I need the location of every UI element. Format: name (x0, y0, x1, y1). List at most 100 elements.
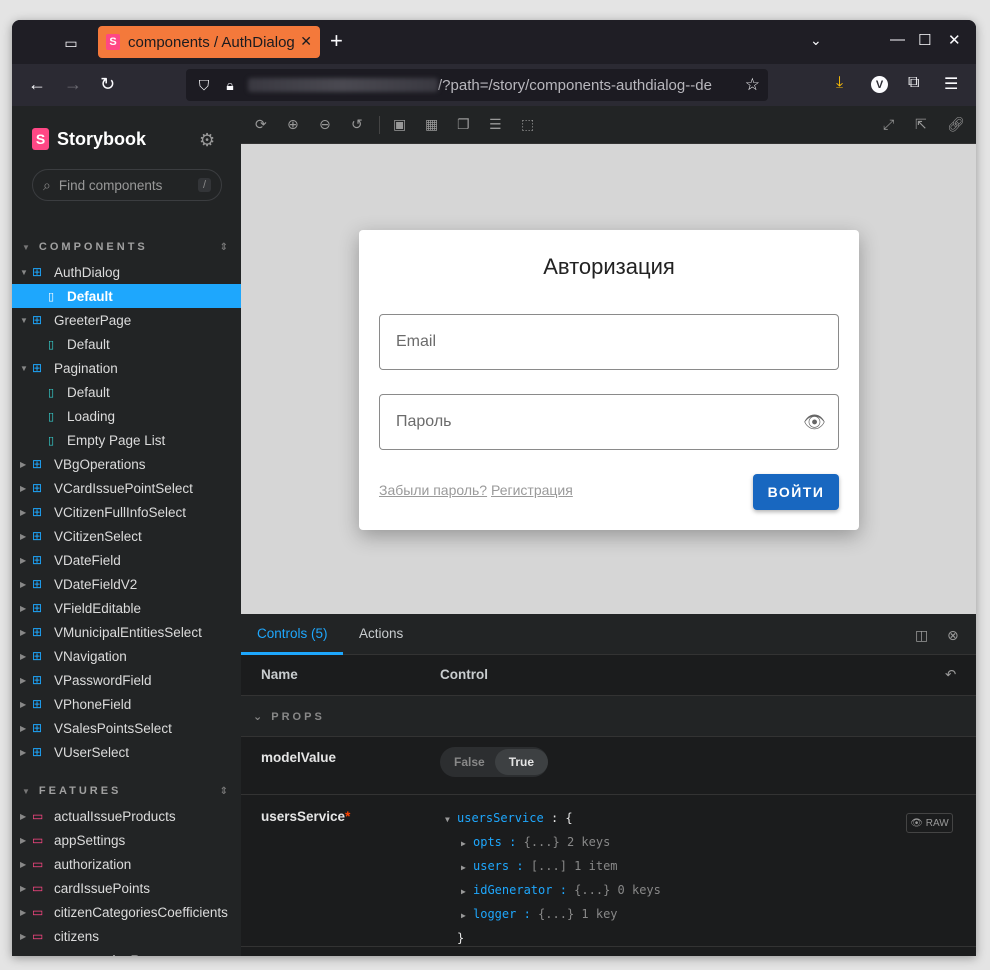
zoom-out-icon[interactable]: ⊖ (319, 116, 331, 133)
remount-icon[interactable]: ⟳ (255, 116, 267, 133)
caret-down-icon: ▼ (20, 315, 28, 325)
sidebar-item-story[interactable]: ▯ Loading (12, 404, 241, 428)
url-text[interactable]: /?path=/story/components-authdialog--de (438, 77, 730, 94)
storybook-logo[interactable]: S Storybook (32, 128, 146, 150)
sidebar-item-story[interactable]: ▯ Empty Page List (12, 428, 241, 452)
sidebar-item-component[interactable]: ▶ ⊞ VMunicipalEntitiesSelect (12, 620, 241, 644)
viewport-icon[interactable]: ❐ (457, 116, 470, 133)
forward-icon[interactable]: → (64, 74, 82, 94)
password-field[interactable]: Пароль 👁︎ (379, 394, 839, 450)
browser-tab-active[interactable]: S components / AuthDialog – Default ⋅ St… (98, 26, 320, 58)
copy-link-icon[interactable]: 🔗︎ (947, 116, 965, 133)
reset-controls-icon[interactable]: ↶ (945, 667, 956, 683)
zoom-reset-icon[interactable]: ↺ (351, 116, 363, 133)
sidebar-item-component[interactable]: ▼ ⊞ Pagination (12, 356, 241, 380)
reload-icon[interactable]: ↻ (100, 74, 115, 94)
expand-collapse-all-icon[interactable]: ⇕ (220, 786, 228, 797)
object-root-line[interactable]: ▼ usersService : { (445, 807, 661, 831)
sidebar-item-component[interactable]: ▶ ⊞ VNavigation (12, 644, 241, 668)
object-child-line[interactable]: ▶ idGenerator : {...} 0 keys (445, 879, 661, 903)
boolean-toggle[interactable]: False True (440, 747, 549, 777)
extensions-puzzle-icon[interactable]: ⧉ (908, 74, 919, 92)
object-summary: {...} (574, 883, 618, 897)
url-bar[interactable]: ⛉ 🔒︎ /?path=/story/components-authdialog… (186, 69, 768, 101)
tab-controls[interactable]: Controls (5) (257, 626, 328, 641)
grid-icon[interactable]: ▦ (425, 116, 438, 133)
new-tab-icon[interactable]: + (330, 30, 343, 52)
close-tab-icon[interactable]: ✕ (300, 33, 312, 50)
open-new-tab-icon[interactable]: ⇱ (915, 116, 927, 133)
object-child-line[interactable]: ▶ opts : {...} 2 keys (445, 831, 661, 855)
sidebar-item-feature[interactable]: ▶ ▭ authorization (12, 852, 241, 876)
sidebar-item-component[interactable]: ▶ ⊞ VSalesPointsSelect (12, 716, 241, 740)
panel-orientation-icon[interactable]: ◫ (915, 627, 928, 644)
menu-hamburger-icon[interactable]: ☰ (944, 74, 958, 94)
collapse-triangle-icon: ▼ (22, 242, 33, 252)
minimize-icon[interactable]: — (890, 31, 905, 48)
object-child-line[interactable]: ▶ logger : {...} 1 key (445, 903, 661, 927)
zoom-in-icon[interactable]: ⊕ (287, 116, 299, 133)
features-section-header[interactable]: ▼ FEATURES ⇕ (22, 785, 228, 797)
caret-right-icon: ▶ (20, 651, 27, 661)
eye-icon[interactable]: 👁︎ (803, 412, 826, 433)
toggle-true-option[interactable]: True (494, 749, 549, 775)
login-button[interactable]: ВОЙТИ (753, 474, 839, 510)
bookmark-star-icon[interactable]: ☆ (745, 75, 760, 95)
back-icon[interactable]: ← (28, 74, 46, 94)
fullscreen-icon[interactable]: ⤢ (883, 116, 894, 133)
sidebar-item-story[interactable]: ▯ Default (12, 332, 241, 356)
toggle-false-option[interactable]: False (440, 755, 499, 769)
caret-right-icon: ▶ (20, 483, 27, 493)
chevron-down-icon[interactable]: ⌄ (810, 32, 822, 49)
sidebar-item-feature[interactable]: ▶▭ consumptionRates (12, 948, 241, 957)
sidebar-item-feature[interactable]: ▶ ▭ actualIssueProducts (12, 804, 241, 828)
sidebar-item-component[interactable]: ▶ ⊞ VPasswordField (12, 668, 241, 692)
sidebar-item-component[interactable]: ▶ ⊞ VDateFieldV2 (12, 572, 241, 596)
close-window-icon[interactable]: ✕ (948, 31, 961, 49)
sidebar-item-story[interactable]: ▯ Default (12, 380, 241, 404)
sidebar-item-feature[interactable]: ▶ ▭ cardIssuePoints (12, 876, 241, 900)
components-section-header[interactable]: ▼ COMPONENTS ⇕ (22, 241, 228, 253)
sidebar-item-component[interactable]: ▶ ⊞ VBgOperations (12, 452, 241, 476)
raw-toggle-button[interactable]: 👁︎ RAW (906, 813, 953, 833)
close-panel-icon[interactable]: ⊗ (947, 627, 959, 644)
shield-icon[interactable]: ⛉ (196, 77, 212, 94)
object-summary: [...] (530, 859, 575, 873)
object-tree-control[interactable]: ▼ usersService : { ▶ opts : {...} 2 keys ▶ u… (445, 807, 661, 949)
gear-icon[interactable]: ⚙ (199, 130, 215, 151)
tab-list-icon[interactable]: ▭ (56, 30, 86, 56)
sidebar-item-story-selected[interactable]: ▯ Default (12, 284, 241, 308)
search-input[interactable]: ⌕ Find components / (32, 169, 222, 201)
sidebar-item-component[interactable]: ▶ ⊞ VCardIssuePointSelect (12, 476, 241, 500)
sidebar-item-component[interactable]: ▼ ⊞ AuthDialog (12, 260, 241, 284)
extension-v-icon[interactable]: V (871, 76, 888, 93)
email-field[interactable]: Email (379, 314, 839, 370)
sidebar-item-component[interactable]: ▶ ⊞ VCitizenFullInfoSelect (12, 500, 241, 524)
lock-icon[interactable]: 🔒︎ (222, 77, 238, 94)
maximize-icon[interactable]: ☐ (918, 31, 931, 49)
sidebar-item-component[interactable]: ▶ ⊞ VCitizenSelect (12, 524, 241, 548)
sidebar-item-component[interactable]: ▶ ⊞ VFieldEditable (12, 596, 241, 620)
component-icon: ⊞ (32, 697, 43, 711)
download-icon[interactable]: ⤓ (836, 74, 843, 92)
sidebar-item-feature[interactable]: ▶ ▭ appSettings (12, 828, 241, 852)
object-child-line[interactable]: ▶ users : [...] 1 item (445, 855, 661, 879)
caret-right-icon: ▶ (20, 699, 27, 709)
sidebar-item-feature[interactable]: ▶ ▭ citizens (12, 924, 241, 948)
forgot-password-link[interactable]: Забыли пароль? (379, 482, 487, 498)
sidebar-item-component[interactable]: ▶ ⊞ VDateField (12, 548, 241, 572)
measure-icon[interactable]: ☰ (489, 116, 502, 133)
sidebar-item-component[interactable]: ▼ ⊞ GreeterPage (12, 308, 241, 332)
tab-actions[interactable]: Actions (359, 626, 403, 641)
sidebar-item-feature[interactable]: ▶ ▭ citizenCategoriesCoefficients (12, 900, 241, 924)
background-icon[interactable]: ▣ (393, 116, 406, 133)
caret-right-icon: ▶ (461, 911, 466, 920)
sidebar-item-component[interactable]: ▶ ⊞ VPhoneField (12, 692, 241, 716)
props-section-row[interactable]: ⌄ PROPS (241, 696, 976, 737)
register-link[interactable]: Регистрация (491, 482, 573, 498)
object-count: 2 keys (566, 835, 611, 849)
sidebar-item-component[interactable]: ▶ ⊞ VUserSelect (12, 740, 241, 764)
expand-collapse-all-icon[interactable]: ⇕ (220, 242, 228, 253)
storybook-logo-icon: S (32, 128, 49, 150)
outline-icon[interactable]: ⬚ (521, 116, 534, 133)
